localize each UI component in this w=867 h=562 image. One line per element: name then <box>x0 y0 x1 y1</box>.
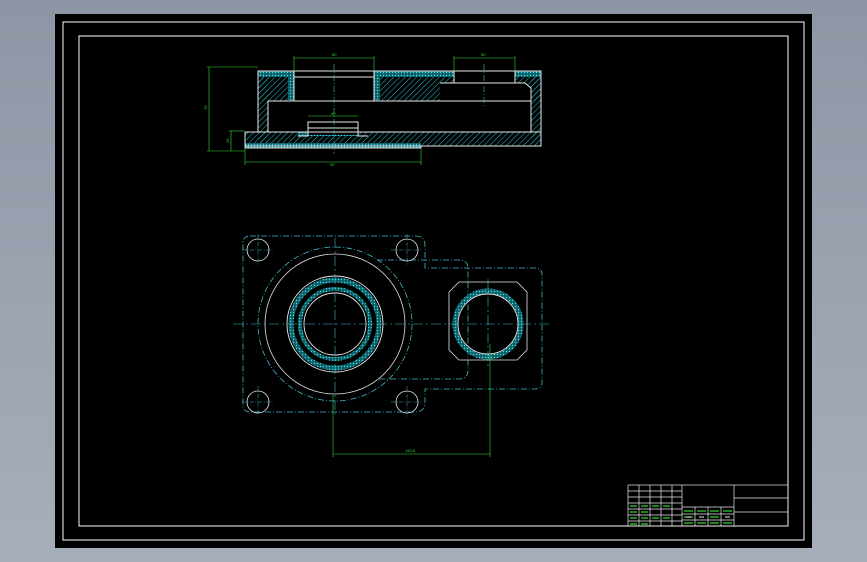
dim-top-bore: 60 <box>332 52 337 57</box>
dim-overall-height: 70 <box>203 105 208 110</box>
dim-inner-bore: 40 <box>331 111 336 116</box>
bolt-holes <box>246 238 419 414</box>
title-block <box>627 484 789 527</box>
dim-right-bore: 50 <box>481 52 486 57</box>
bolt-hole-centerlines <box>242 234 423 418</box>
cad-drawing: 60 50 70 15 40 90 120.5 <box>62 21 805 541</box>
dim-base-height: 15 <box>225 138 230 143</box>
drawing-sheet: 60 50 70 15 40 90 120.5 <box>55 14 812 548</box>
plan-centerlines <box>233 238 552 414</box>
dim-base-width: 90 <box>330 162 335 167</box>
dim-center-distance: 120.5 <box>405 448 416 453</box>
plan-view: 120.5 <box>233 234 552 457</box>
section-view: 60 50 70 15 40 90 <box>203 52 542 167</box>
